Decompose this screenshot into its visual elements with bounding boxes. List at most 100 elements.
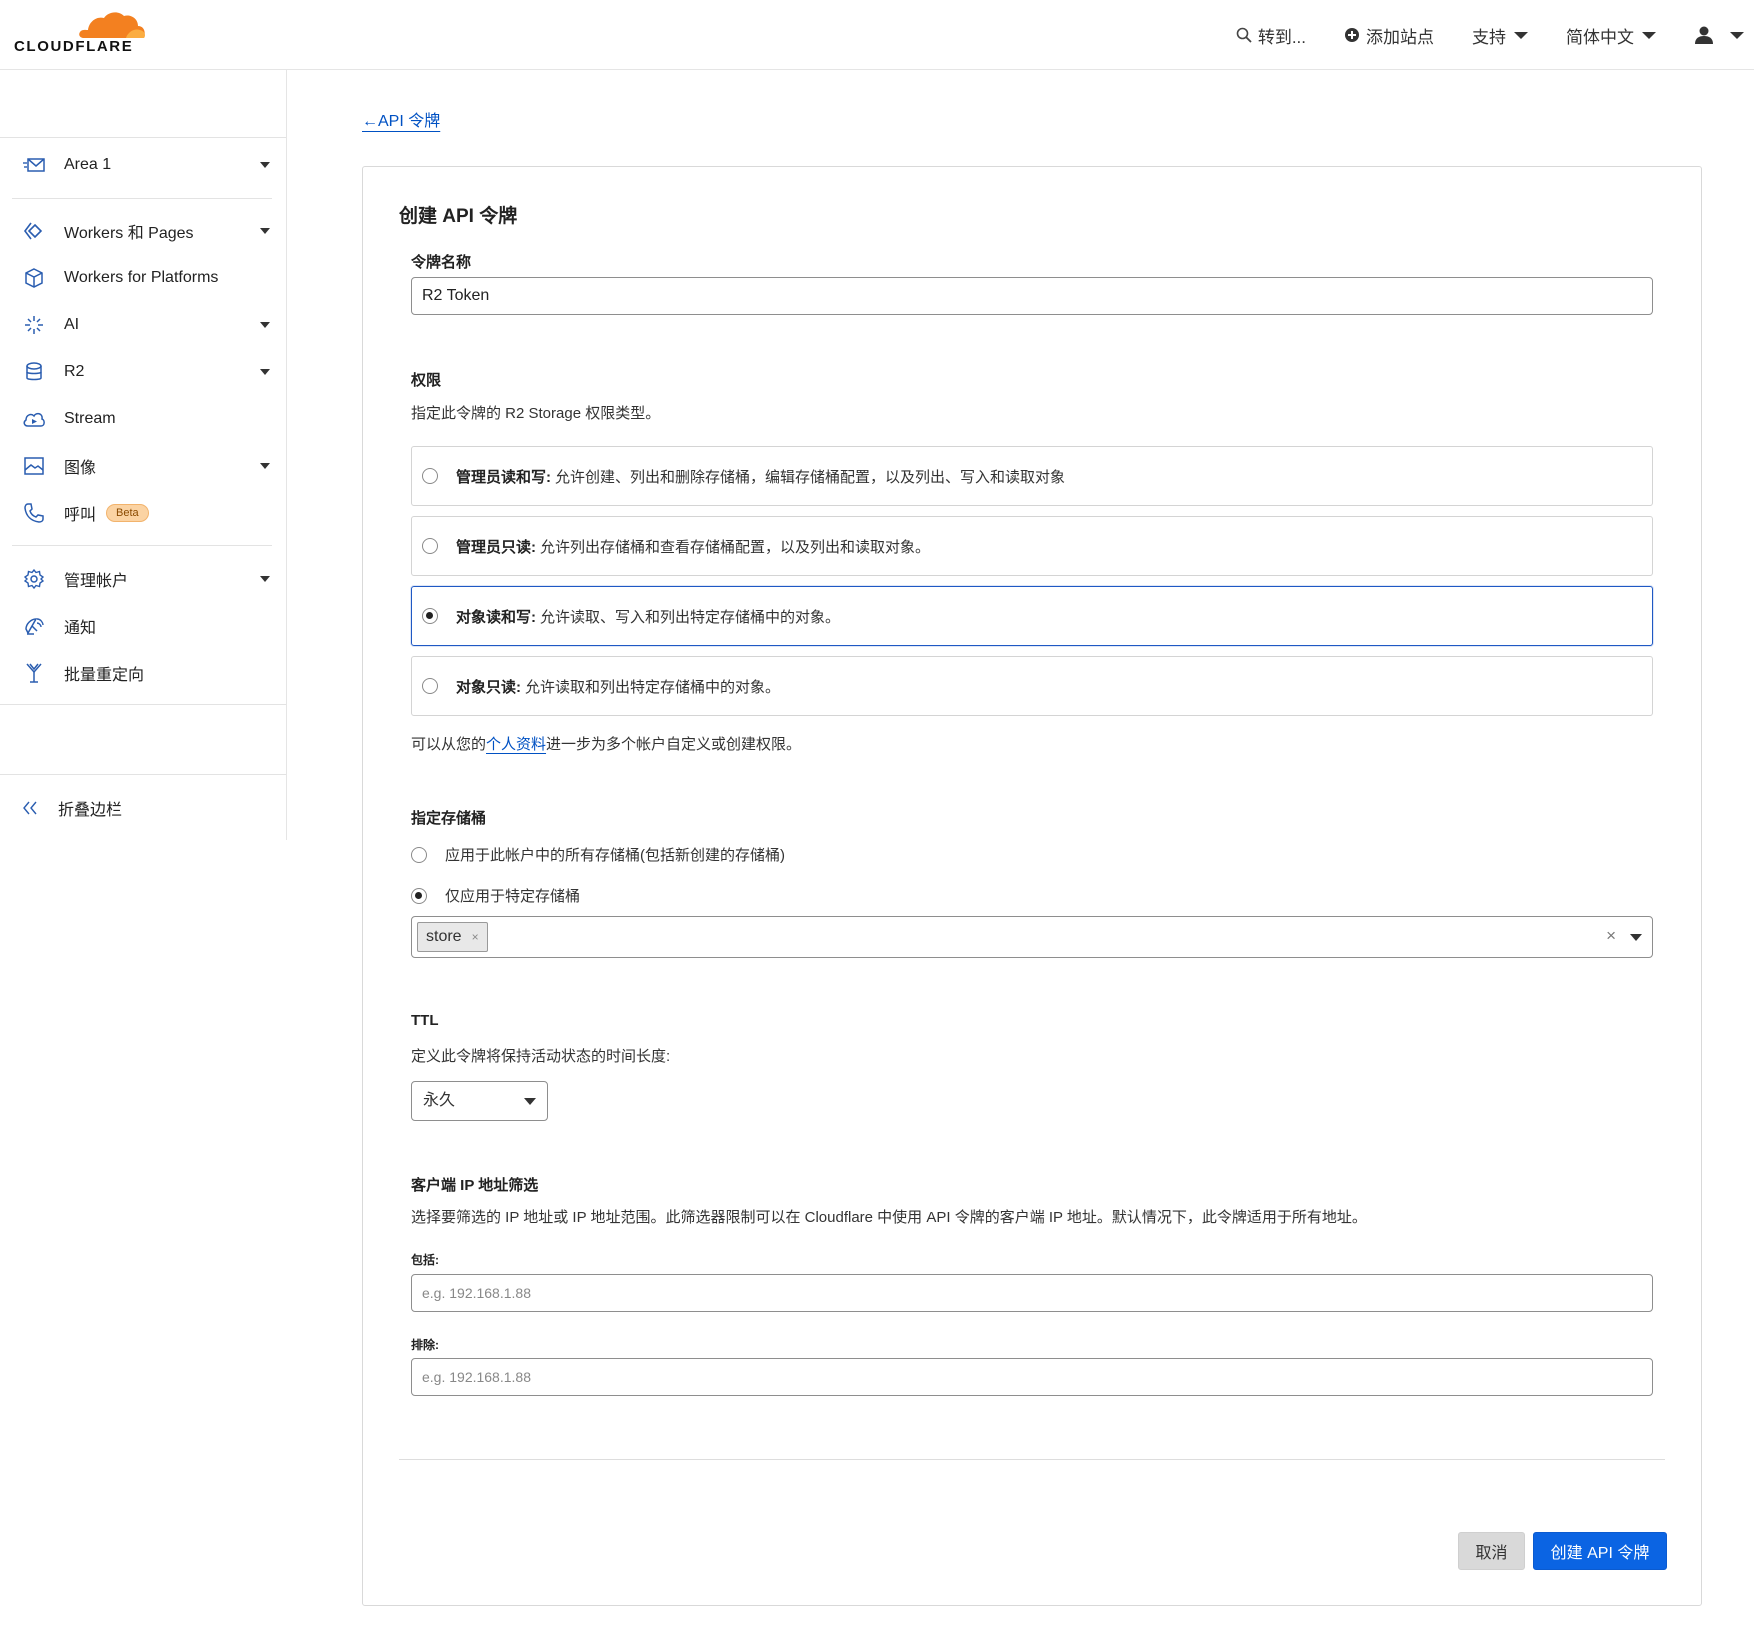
chevron-down-icon — [260, 369, 270, 375]
radio-button[interactable] — [422, 468, 438, 484]
sidebar-divider — [0, 704, 286, 705]
plus-circle-icon — [1345, 28, 1359, 42]
footnote-suffix: 进一步为多个帐户自定义或创建权限。 — [546, 736, 802, 753]
chevron-down-icon — [260, 463, 270, 469]
clear-selection-icon[interactable]: × — [1606, 926, 1616, 946]
radio-button-selected[interactable] — [411, 887, 427, 904]
search-icon — [1236, 27, 1252, 43]
workers-icon — [22, 219, 46, 243]
sidebar-item-label: AI — [64, 316, 80, 333]
option-label: 应用于此帐户中的所有存储桶(包括新创建的存储桶) — [445, 847, 785, 864]
sidebar: Area 1 Workers 和 Pages Workers for Platf… — [0, 70, 287, 840]
bucket-option-all[interactable]: 应用于此帐户中的所有存储桶(包括新创建的存储桶) — [411, 844, 785, 865]
cloud-logo-icon — [79, 12, 145, 38]
collapse-sidebar-button[interactable]: 折叠边栏 — [0, 788, 286, 828]
chip-remove-icon[interactable]: × — [472, 930, 479, 944]
sidebar-item-label: 批量重定向 — [64, 667, 145, 684]
sidebar-item-images[interactable]: 图像 — [0, 446, 286, 486]
bucket-chip: store × — [417, 922, 488, 952]
exclude-label: 排除: — [411, 1338, 439, 1352]
support-label: 支持 — [1472, 27, 1506, 47]
option-title: 管理员读和写: — [456, 468, 551, 486]
mail-icon — [22, 153, 46, 177]
ttl-description: 定义此令牌将保持活动状态的时间长度: — [411, 1048, 671, 1065]
language-menu[interactable]: 简体中文 — [1566, 23, 1656, 48]
sidebar-item-label: 呼叫 — [64, 507, 97, 524]
bucket-option-specific[interactable]: 仅应用于特定存储桶 — [411, 885, 580, 906]
cube-icon — [22, 266, 46, 290]
permission-option-object-ro[interactable]: 对象只读: 允许读取和列出特定存储桶中的对象。 — [411, 656, 1653, 716]
option-title: 对象只读: — [456, 678, 521, 696]
top-header: CLOUDFLARE 转到... 添加站点 支持 简体中文 — [0, 0, 1754, 70]
sidebar-item-stream[interactable]: Stream — [0, 399, 286, 439]
exclude-ip-input[interactable]: e.g. 192.168.1.88 — [411, 1358, 1653, 1396]
sidebar-item-label: Stream — [64, 410, 116, 427]
sidebar-divider — [0, 774, 286, 775]
sidebar-item-label: 通知 — [64, 620, 97, 637]
sidebar-item-calls[interactable]: 呼叫 Beta — [0, 493, 286, 533]
chevron-down-icon — [260, 228, 270, 234]
ttl-label: TTL — [411, 1012, 439, 1029]
database-icon — [22, 360, 46, 384]
permission-option-admin-rw[interactable]: 管理员读和写: 允许创建、列出和删除存储桶，编辑存储桶配置，以及列出、写入和读取… — [411, 446, 1653, 506]
user-menu[interactable] — [1694, 25, 1744, 45]
sidebar-item-manage-account[interactable]: 管理帐户 — [0, 559, 286, 599]
option-title: 管理员只读: — [456, 538, 536, 556]
radio-button-selected[interactable] — [422, 608, 438, 624]
sidebar-divider — [0, 137, 286, 138]
redirect-icon — [22, 661, 46, 685]
create-token-button[interactable]: 创建 API 令牌 — [1533, 1532, 1667, 1570]
add-site-button[interactable]: 添加站点 — [1344, 23, 1434, 48]
chevron-down-icon — [1514, 31, 1528, 39]
sidebar-divider — [12, 198, 272, 199]
sidebar-item-area1[interactable]: Area 1 — [0, 145, 286, 185]
top-nav: 转到... 添加站点 支持 简体中文 — [1198, 0, 1744, 70]
support-menu[interactable]: 支持 — [1472, 23, 1528, 48]
radio-button[interactable] — [422, 538, 438, 554]
chevron-down-icon[interactable] — [1630, 934, 1642, 941]
beta-badge: Beta — [106, 504, 149, 522]
include-ip-input[interactable]: e.g. 192.168.1.88 — [411, 1274, 1653, 1312]
radio-button[interactable] — [422, 678, 438, 694]
ip-filter-label: 客户端 IP 地址筛选 — [411, 1177, 539, 1194]
goto-label: 转到... — [1257, 27, 1306, 47]
cloudflare-logo[interactable]: CLOUDFLARE — [14, 10, 145, 58]
ip-filter-description: 选择要筛选的 IP 地址或 IP 地址范围。此筛选器限制可以在 Cloudfla… — [411, 1209, 1367, 1226]
bucket-multiselect[interactable]: store × × — [411, 916, 1653, 958]
buckets-label: 指定存储桶 — [411, 810, 487, 827]
cancel-button[interactable]: 取消 — [1458, 1532, 1525, 1570]
goto-search[interactable]: 转到... — [1236, 23, 1306, 48]
sidebar-item-workers-pages[interactable]: Workers 和 Pages — [0, 211, 286, 251]
satellite-icon — [22, 614, 46, 638]
double-chevron-left-icon — [18, 796, 42, 820]
sidebar-item-notifications[interactable]: 通知 — [0, 606, 286, 646]
option-description: 允许读取、写入和列出特定存储桶中的对象。 — [540, 608, 841, 626]
sidebar-item-ai[interactable]: AI — [0, 305, 286, 345]
language-label: 简体中文 — [1566, 27, 1634, 47]
sidebar-item-r2[interactable]: R2 — [0, 352, 286, 392]
cloud-play-icon — [22, 407, 46, 431]
back-to-api-tokens-link[interactable]: ←API 令牌 — [362, 107, 440, 131]
permission-option-admin-ro[interactable]: 管理员只读: 允许列出存储桶和查看存储桶配置，以及列出和读取对象。 — [411, 516, 1653, 576]
logo-wordmark: CLOUDFLARE — [14, 38, 134, 55]
ttl-select[interactable]: 永久 — [411, 1081, 548, 1121]
token-name-input[interactable]: R2 Token — [411, 277, 1653, 315]
chevron-down-icon — [524, 1098, 536, 1105]
chevron-down-icon — [260, 162, 270, 168]
image-icon — [22, 454, 46, 478]
user-icon — [1695, 26, 1713, 44]
radio-button[interactable] — [411, 846, 427, 863]
ttl-value: 永久 — [423, 1092, 456, 1109]
sidebar-item-workers-platforms[interactable]: Workers for Platforms — [0, 258, 286, 298]
permissions-footnote: 可以从您的个人资料进一步为多个帐户自定义或创建权限。 — [411, 733, 801, 754]
sidebar-item-label: R2 — [64, 363, 85, 380]
sparkles-icon — [22, 313, 46, 337]
profile-link[interactable]: 个人资料 — [486, 736, 546, 753]
sidebar-item-bulk-redirects[interactable]: 批量重定向 — [0, 653, 286, 693]
sidebar-item-label: Workers for Platforms — [64, 269, 219, 286]
chevron-down-icon — [260, 576, 270, 582]
sidebar-divider — [12, 545, 272, 546]
permission-option-object-rw[interactable]: 对象读和写: 允许读取、写入和列出特定存储桶中的对象。 — [411, 586, 1653, 646]
include-label: 包括: — [411, 1253, 439, 1267]
option-title: 对象读和写: — [456, 608, 536, 626]
